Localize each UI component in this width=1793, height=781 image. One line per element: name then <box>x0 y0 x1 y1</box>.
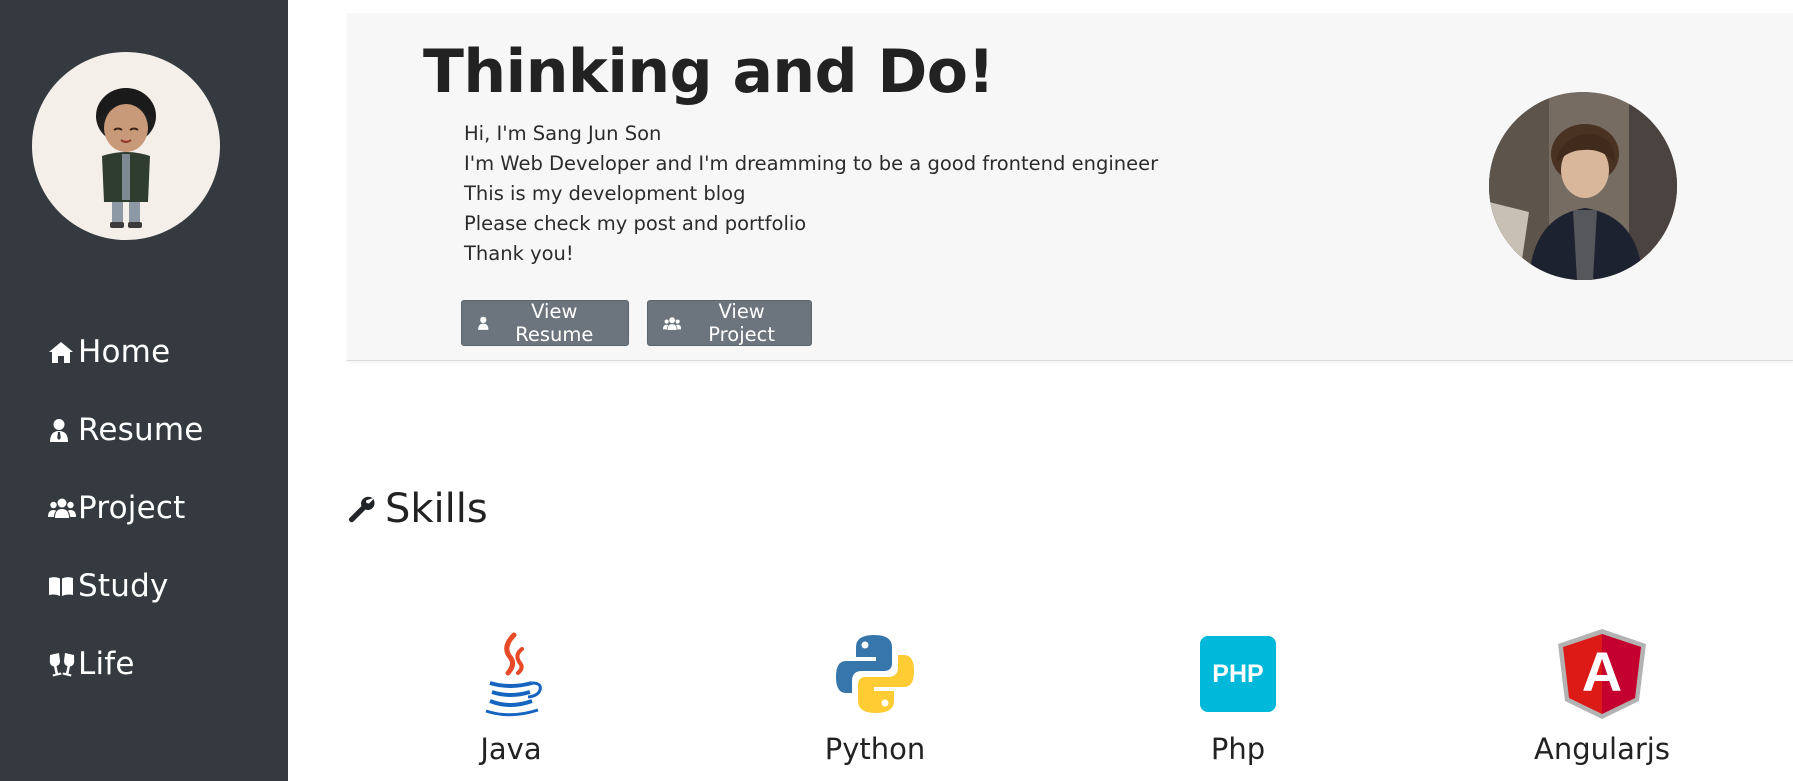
skill-card-python: Python <box>765 630 985 766</box>
skill-card-angularjs: A Angularjs <box>1492 629 1712 766</box>
sidebar-item-label: Home <box>78 334 171 370</box>
skill-card-java: Java <box>401 630 621 766</box>
sidebar-item-home[interactable]: Home <box>48 330 278 374</box>
view-project-label: View Project <box>708 300 775 346</box>
java-logo-icon <box>401 630 621 718</box>
skill-name: Java <box>480 732 542 766</box>
profile-photo <box>1489 92 1677 280</box>
view-resume-button[interactable]: View Resume <box>461 300 629 346</box>
intro-line: Hi, I'm Sang Jun Son <box>464 122 662 145</box>
skill-name: Python <box>824 732 926 766</box>
sidebar: Home Resume Project Study Life <box>0 0 288 781</box>
angular-logo-icon: A <box>1492 629 1712 719</box>
view-resume-label: View Resume <box>515 300 594 346</box>
intro-text: Hi, I'm Sang Jun Son I'm Web Developer a… <box>464 119 1158 269</box>
sidebar-nav: Home Resume Project Study Life <box>48 330 278 720</box>
skills-header: Skills <box>347 486 488 532</box>
intro-line: I'm Web Developer and I'm dreamming to b… <box>464 152 1159 175</box>
skill-name: Angularjs <box>1534 732 1670 766</box>
sidebar-item-resume[interactable]: Resume <box>48 408 278 452</box>
wrench-icon <box>348 496 375 523</box>
intro-line: Thank you! <box>464 242 574 265</box>
php-logo-icon: PHP <box>1128 630 1348 718</box>
users-icon <box>663 316 682 330</box>
skills-title: Skills <box>385 486 488 532</box>
sidebar-item-label: Life <box>78 646 135 682</box>
avatar[interactable] <box>32 52 220 240</box>
glass-cheers-icon <box>48 650 76 678</box>
view-project-button[interactable]: View Project <box>647 300 812 346</box>
sidebar-item-study[interactable]: Study <box>48 564 278 608</box>
php-badge: PHP <box>1200 636 1276 712</box>
user-tie-icon <box>478 316 489 330</box>
sidebar-item-label: Study <box>78 568 169 604</box>
sidebar-item-life[interactable]: Life <box>48 642 278 686</box>
intro-line: This is my development blog <box>464 182 746 205</box>
skill-name: Php <box>1210 732 1266 766</box>
hero-section: Thinking and Do! Hi, I'm Sang Jun Son I'… <box>347 13 1793 361</box>
user-tie-icon <box>48 416 76 444</box>
home-icon <box>48 338 76 366</box>
intro-line: Please check my post and portfolio <box>464 212 807 235</box>
sidebar-item-label: Project <box>78 490 186 526</box>
sidebar-item-project[interactable]: Project <box>48 486 278 530</box>
angular-badge-letter: A <box>1581 640 1623 703</box>
python-logo-icon <box>765 630 985 718</box>
users-icon <box>48 494 76 522</box>
page-title: Thinking and Do! <box>423 37 995 107</box>
book-open-icon <box>48 572 76 600</box>
chibi-avatar-illustration <box>96 88 156 228</box>
skill-card-php: PHP Php <box>1128 630 1348 766</box>
profile-photo-illustration <box>1489 92 1677 280</box>
sidebar-item-label: Resume <box>78 412 204 448</box>
